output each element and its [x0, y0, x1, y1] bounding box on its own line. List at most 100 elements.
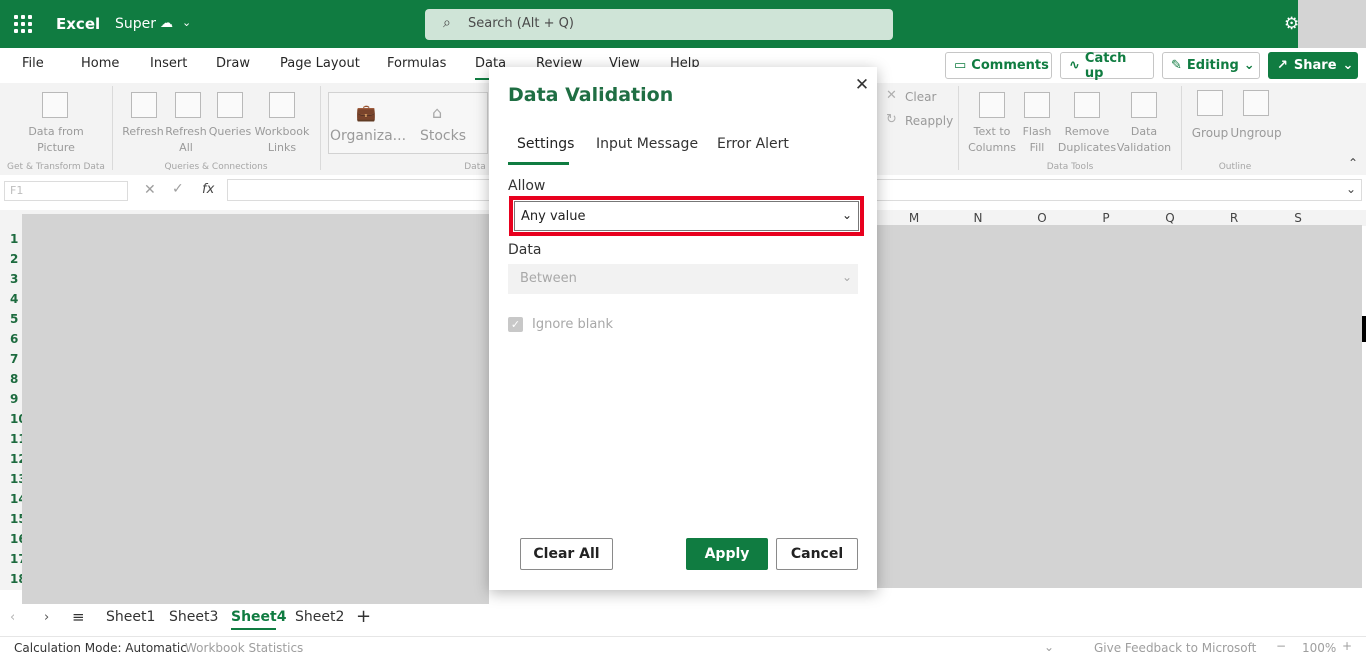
row-header[interactable]: 10	[0, 409, 22, 429]
next-sheet-icon[interactable]: ›	[44, 610, 49, 625]
cancel-formula-icon[interactable]: ✕	[144, 182, 156, 198]
refresh-button[interactable]: Refresh	[122, 124, 164, 140]
row-header[interactable]: 2	[0, 249, 22, 269]
settings-gear-icon[interactable]: ⚙	[1284, 14, 1299, 34]
queries-icon[interactable]	[217, 92, 243, 118]
data-from-picture-button[interactable]	[42, 92, 68, 118]
chevron-down-icon[interactable]: ⌄	[1044, 640, 1054, 654]
row-header[interactable]: 8	[0, 369, 22, 389]
row-header[interactable]: 1	[0, 229, 22, 249]
expand-formula-bar-icon[interactable]: ⌄	[1346, 182, 1356, 196]
data-types-gallery[interactable]	[328, 92, 488, 154]
remove-duplicates-button[interactable]: Remove Duplicates	[1056, 124, 1118, 156]
row-header[interactable]: 15	[0, 509, 22, 529]
column-header[interactable]: O	[1032, 211, 1052, 225]
calculation-mode[interactable]: Calculation Mode: Automatic	[14, 641, 187, 655]
row-header[interactable]: 11	[0, 429, 22, 449]
menu-insert[interactable]: Insert	[150, 56, 187, 71]
app-launcher-icon[interactable]	[12, 13, 34, 35]
close-icon[interactable]: ✕	[853, 75, 871, 95]
all-sheets-icon[interactable]: ≡	[72, 608, 85, 626]
menu-home[interactable]: Home	[81, 56, 119, 71]
catch-up-button[interactable]: ∿ Catch up	[1060, 51, 1154, 81]
row-header[interactable]: 16	[0, 529, 22, 549]
group-button[interactable]: Group	[1188, 125, 1232, 141]
flash-fill-icon[interactable]	[1024, 92, 1050, 118]
reapply-button[interactable]: Reapply	[905, 113, 953, 129]
column-header[interactable]: M	[904, 211, 924, 225]
feedback-link[interactable]: Give Feedback to Microsoft	[1094, 641, 1256, 655]
group-icon[interactable]	[1197, 90, 1223, 116]
enter-formula-icon[interactable]: ✓	[172, 181, 184, 197]
row-header[interactable]: 13	[0, 469, 22, 489]
clear-button[interactable]: Clear	[905, 89, 936, 105]
row-header[interactable]: 9	[0, 389, 22, 409]
sheet-tab-active[interactable]: Sheet4	[231, 609, 286, 625]
comments-button[interactable]: ▭ Comments	[945, 52, 1052, 79]
text-to-columns-icon[interactable]	[979, 92, 1005, 118]
zoom-level[interactable]: 100%	[1302, 641, 1336, 655]
queries-button[interactable]: Queries	[207, 124, 253, 140]
remove-duplicates-icon[interactable]	[1074, 92, 1100, 118]
workbook-statistics[interactable]: Workbook Statistics	[185, 641, 303, 655]
column-header[interactable]: P	[1096, 211, 1116, 225]
search-box[interactable]: ⌕ Search (Alt + Q)	[425, 9, 893, 40]
menu-draw[interactable]: Draw	[216, 56, 250, 71]
refresh-all-button[interactable]: Refresh All	[164, 124, 208, 156]
column-header[interactable]: R	[1224, 211, 1244, 225]
clear-all-button[interactable]: Clear All	[520, 538, 613, 570]
prev-sheet-icon[interactable]: ‹	[10, 610, 15, 625]
tab-error-alert[interactable]: Error Alert	[717, 136, 789, 152]
data-select[interactable]: Between ⌄	[508, 264, 858, 294]
tab-settings[interactable]: Settings	[517, 136, 574, 152]
sheet-tab[interactable]: Sheet1	[106, 609, 155, 625]
zoom-out-icon[interactable]: −	[1276, 639, 1286, 653]
workbook-links-button[interactable]: Workbook Links	[252, 124, 312, 156]
zoom-in-icon[interactable]: +	[1342, 639, 1352, 653]
text-to-columns-button[interactable]: Text to Columns	[964, 124, 1020, 156]
row-header[interactable]: 17	[0, 549, 22, 569]
allow-select[interactable]: Any value ⌄	[514, 201, 859, 231]
refresh-all-icon[interactable]	[175, 92, 201, 118]
profile-area[interactable]	[1298, 0, 1366, 48]
column-header[interactable]: N	[968, 211, 988, 225]
row-header[interactable]: 3	[0, 269, 22, 289]
menu-file[interactable]: File	[22, 56, 44, 71]
document-name[interactable]: Super	[115, 16, 156, 32]
column-header[interactable]: Q	[1160, 211, 1180, 225]
row-header[interactable]: 18	[0, 569, 22, 589]
sheet-tab[interactable]: Sheet3	[169, 609, 218, 625]
share-button[interactable]: ↗ Share ⌄	[1268, 52, 1358, 79]
ignore-blank-checkbox[interactable]: ✓	[508, 317, 523, 332]
insert-function-icon[interactable]: fx	[202, 182, 214, 197]
tab-input-message[interactable]: Input Message	[596, 136, 698, 152]
app-name[interactable]: Excel	[56, 15, 100, 33]
refresh-icon[interactable]	[131, 92, 157, 118]
sync-status-icon[interactable]: ☁	[160, 16, 173, 31]
row-header[interactable]: 7	[0, 349, 22, 369]
data-validation-icon[interactable]	[1131, 92, 1157, 118]
add-sheet-icon[interactable]: +	[356, 606, 371, 627]
menu-formulas[interactable]: Formulas	[387, 56, 446, 71]
workbook-links-icon[interactable]	[269, 92, 295, 118]
editing-mode-button[interactable]: ✎ Editing ⌄	[1162, 52, 1260, 79]
row-header[interactable]: 6	[0, 329, 22, 349]
stocks-data-type[interactable]: Stocks	[418, 128, 468, 144]
row-header[interactable]: 5	[0, 309, 22, 329]
flash-fill-button[interactable]: Flash Fill	[1018, 124, 1056, 156]
organization-data-type[interactable]: Organiza...	[330, 128, 406, 144]
data-validation-button[interactable]: Data Validation	[1116, 124, 1172, 156]
column-header[interactable]: S	[1288, 211, 1308, 225]
cancel-button[interactable]: Cancel	[776, 538, 858, 570]
name-box[interactable]: F1	[4, 181, 128, 201]
row-header[interactable]: 12	[0, 449, 22, 469]
row-header[interactable]: 14	[0, 489, 22, 509]
menu-page-layout[interactable]: Page Layout	[280, 56, 360, 71]
sheet-tab[interactable]: Sheet2	[295, 609, 344, 625]
ungroup-button[interactable]: Ungroup	[1230, 125, 1282, 141]
row-header[interactable]: 4	[0, 289, 22, 309]
apply-button[interactable]: Apply	[686, 538, 768, 570]
chevron-down-icon[interactable]: ⌄	[182, 16, 191, 29]
collapse-ribbon-icon[interactable]: ⌃	[1348, 156, 1358, 170]
scroll-indicator[interactable]	[1362, 316, 1366, 342]
